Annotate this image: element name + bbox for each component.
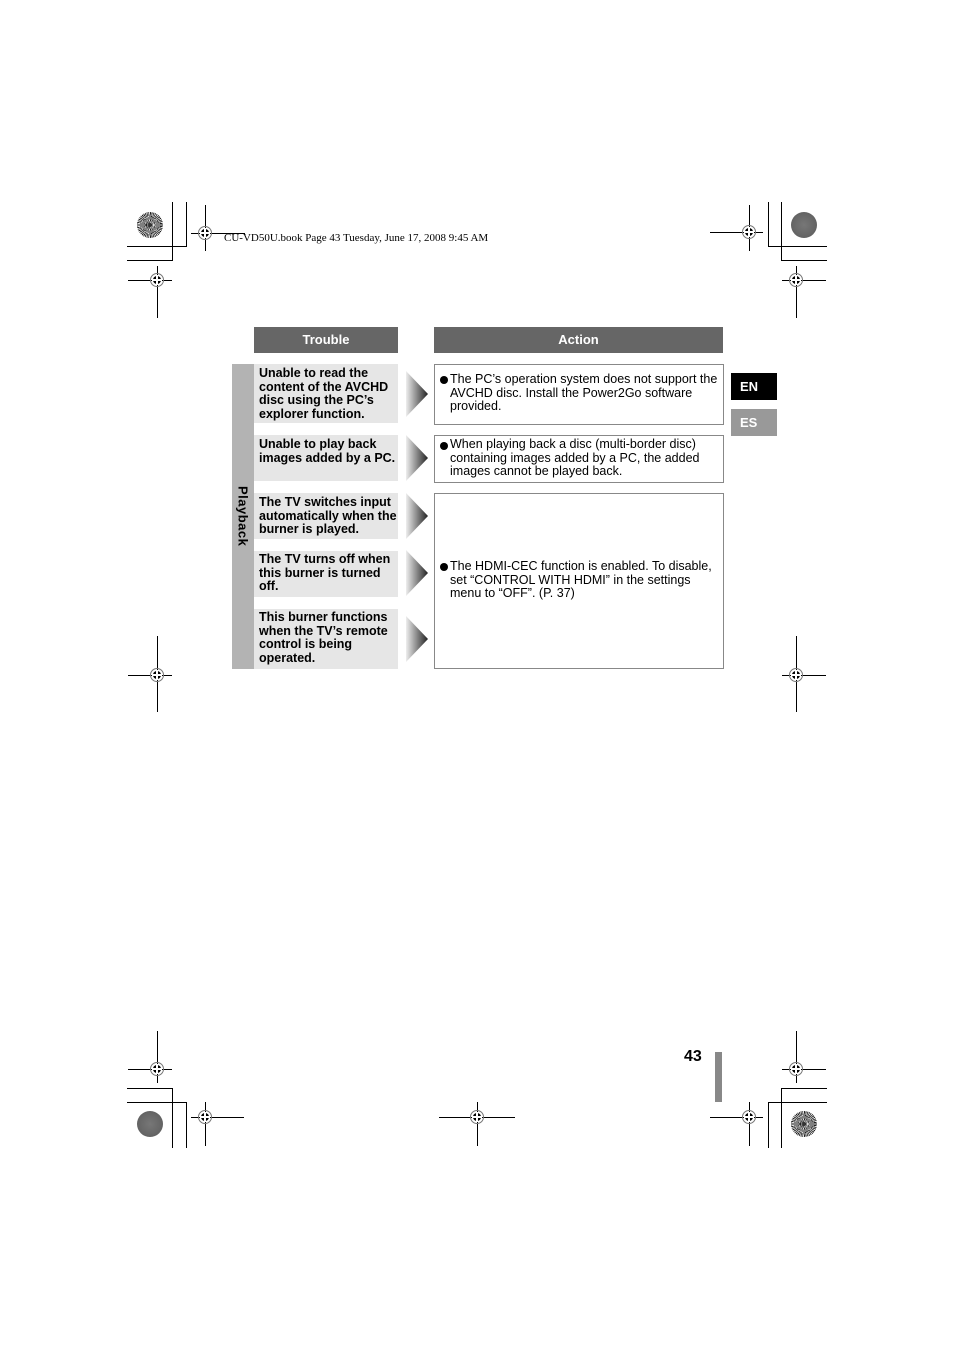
bullet-icon [440,376,448,384]
registration-mark-icon [198,1110,212,1124]
crop-line [768,1102,827,1103]
crop-line [127,1088,173,1089]
registration-mark-icon [742,225,756,239]
color-target-icon [791,212,817,238]
action-text: When playing back a disc (multi-border d… [450,437,700,479]
trouble-text: This burner functions when the TV’s remo… [259,610,388,665]
registration-mark-icon [789,273,803,287]
arrow-right-icon [406,493,428,539]
registration-mark-icon [150,1062,164,1076]
crop-line [768,202,769,246]
trouble-column-header: Trouble [254,327,398,353]
arrow-right-icon [406,435,428,481]
crop-line [127,1102,187,1103]
language-tab-en[interactable]: EN [731,373,777,400]
trouble-cell: The TV switches input automatically when… [254,493,398,539]
crop-line [749,1102,750,1146]
crop-line [172,1088,173,1148]
crop-line [186,202,187,246]
action-column-header: Action [434,327,723,353]
arrow-right-icon [406,550,428,596]
crop-line [127,260,173,261]
section-label: Playback [232,364,254,669]
action-text: The PC’s operation system does not suppo… [450,372,718,414]
crop-line [768,1102,769,1148]
crop-line [781,260,827,261]
crop-line [186,1102,187,1148]
registration-mark-icon [198,226,212,240]
crop-line [127,246,187,247]
page-number: 43 [684,1048,702,1065]
color-target-icon [791,1111,817,1137]
bullet-icon [440,563,448,571]
trouble-text: Unable to read the content of the AVCHD … [259,366,389,421]
bullet-icon [440,442,448,450]
registration-mark-icon [150,668,164,682]
language-tab-es[interactable]: ES [731,409,777,436]
trouble-text: The TV turns off when this burner is tur… [259,552,391,594]
arrow-right-icon [406,616,428,662]
action-text: The HDMI-CEC function is enabled. To dis… [450,559,712,601]
crop-line [781,202,782,260]
color-target-icon [137,212,163,238]
crop-line [172,246,173,261]
action-cell: When playing back a disc (multi-border d… [434,435,724,483]
section-label-text: Playback [235,486,251,547]
trouble-text: The TV switches input automatically when… [259,495,397,537]
action-cell: The HDMI-CEC function is enabled. To dis… [434,493,724,669]
registration-mark-icon [789,1062,803,1076]
trouble-cell: Unable to play back images added by a PC… [254,435,398,481]
crop-line [477,1102,478,1146]
crop-line [205,1102,206,1146]
registration-mark-icon [150,273,164,287]
page-number-bar [715,1052,722,1102]
trouble-cell: The TV turns off when this burner is tur… [254,551,398,597]
crop-line [768,246,827,247]
action-cell: The PC’s operation system does not suppo… [434,364,724,425]
registration-mark-icon [789,668,803,682]
registration-mark-icon [470,1110,484,1124]
trouble-cell: This burner functions when the TV’s remo… [254,609,398,669]
trouble-cell: Unable to read the content of the AVCHD … [254,364,398,423]
color-target-icon [137,1111,163,1137]
crop-line [172,202,173,246]
trouble-text: Unable to play back images added by a PC… [259,437,396,465]
book-header: CU-VD50U.book Page 43 Tuesday, June 17, … [224,232,489,244]
crop-line [781,1088,827,1089]
registration-mark-icon [742,1110,756,1124]
arrow-right-icon [406,371,428,417]
crop-line [781,1088,782,1148]
